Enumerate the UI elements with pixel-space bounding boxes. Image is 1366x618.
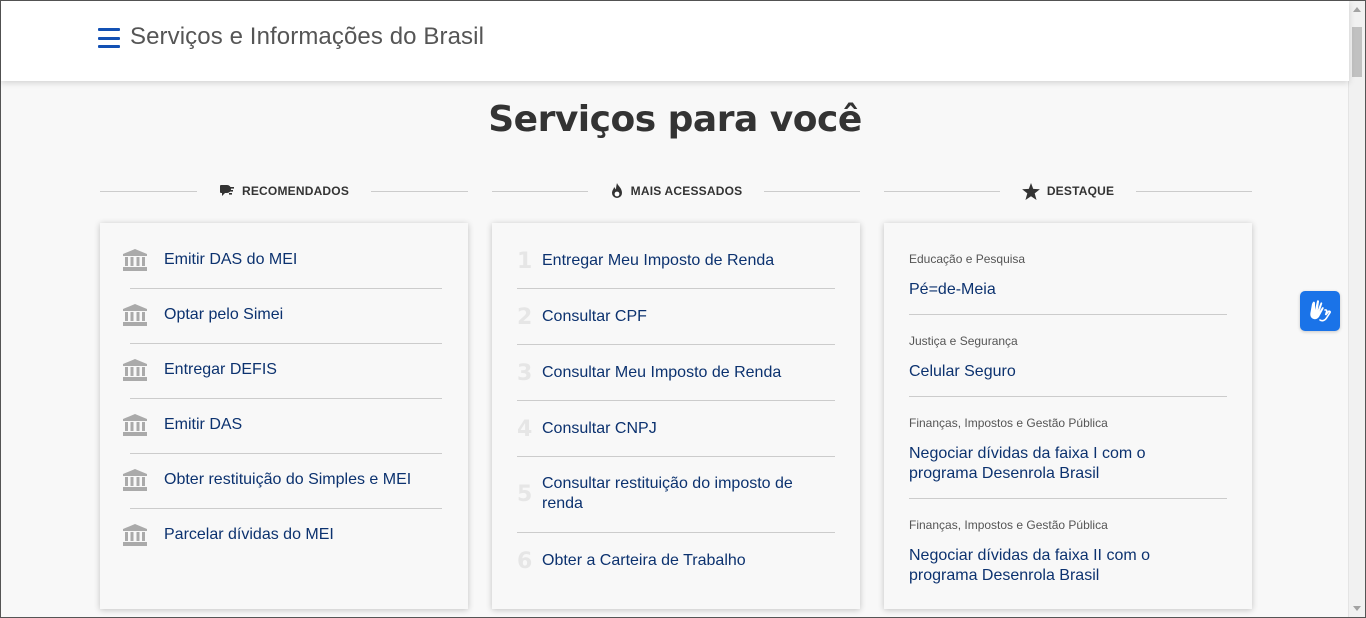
list-item-label: Entregar DEFIS (164, 360, 277, 378)
section-title: MAIS ACESSADOS (630, 184, 743, 198)
list-item[interactable]: 6 Obter a Carteira de Trabalho (517, 548, 835, 574)
recommended-card: Emitir DAS do MEI Optar pelo Simei Entre… (100, 223, 468, 609)
rank-number: 4 (517, 416, 533, 442)
hamburger-menu-icon[interactable] (98, 27, 120, 49)
divider-line (371, 190, 469, 192)
vertical-scrollbar[interactable] (1348, 1, 1365, 617)
vlibras-accessibility-button[interactable] (1300, 291, 1340, 331)
category-label: Finanças, Impostos e Gestão Pública (909, 518, 1108, 532)
highlight-link[interactable]: Celular Seguro (909, 362, 1209, 382)
list-item[interactable]: 4 Consultar CNPJ (517, 416, 835, 442)
list-item[interactable]: 1 Entregar Meu Imposto de Renda (517, 248, 835, 274)
list-item-label: Entregar Meu Imposto de Renda (542, 252, 775, 269)
section-head-highlight: DESTAQUE (884, 179, 1253, 203)
divider-line (1136, 190, 1253, 192)
section-label-highlight: DESTAQUE (1000, 182, 1136, 200)
scroll-down-arrow-icon[interactable] (1353, 606, 1361, 611)
government-building-icon (122, 248, 148, 271)
category-label: Finanças, Impostos e Gestão Pública (909, 416, 1108, 430)
list-item-label: Obter restituição do Simples e MEI (164, 470, 412, 488)
rank-number: 3 (517, 360, 533, 386)
sign-language-hands-icon (1310, 300, 1331, 322)
list-item-label: Emitir DAS (164, 415, 243, 433)
list-item-label: Obter a Carteira de Trabalho (542, 552, 746, 569)
highlight-card: Educação e Pesquisa Pé=de-Meia Justiça e… (884, 223, 1252, 609)
list-item[interactable]: Optar pelo Simei (122, 287, 442, 342)
list-item[interactable]: Emitir DAS do MEI (122, 232, 442, 287)
divider-line (492, 190, 588, 192)
list-item[interactable]: Obter restituição do Simples e MEI (122, 452, 442, 507)
section-label-recommended: RECOMENDADOS (197, 184, 371, 198)
divider (517, 344, 835, 345)
list-item[interactable]: 5 Consultar restituição do imposto de re… (517, 473, 835, 515)
section-title: DESTAQUE (1046, 184, 1115, 198)
recommended-icon (219, 185, 234, 196)
highlight-link[interactable]: Pé=de-Meia (909, 280, 1209, 300)
section-title: RECOMENDADOS (241, 184, 350, 198)
divider (909, 396, 1227, 397)
category-label: Justiça e Segurança (909, 334, 1018, 348)
government-building-icon (122, 413, 148, 436)
fire-icon (611, 183, 622, 198)
list-item-label: Emitir DAS do MEI (164, 250, 298, 268)
section-label-most-accessed: MAIS ACESSADOS (588, 183, 765, 199)
list-item[interactable]: Parcelar dívidas do MEI (122, 507, 442, 562)
divider (909, 498, 1227, 499)
divider-line (100, 190, 197, 192)
divider (517, 288, 835, 289)
star-icon (1021, 182, 1040, 200)
divider (517, 400, 835, 401)
page-title: Serviços para você (488, 99, 862, 140)
section-head-most-accessed: MAIS ACESSADOS (492, 179, 861, 203)
divider (909, 314, 1227, 315)
site-header: Serviços e Informações do Brasil (1, 1, 1349, 81)
divider-line (764, 190, 861, 192)
highlight-link[interactable]: Negociar dívidas da faixa II com o progr… (909, 546, 1209, 586)
list-item[interactable]: 2 Consultar CPF (517, 304, 835, 330)
list-item-label: Consultar restituição do imposto de rend… (542, 475, 793, 512)
section-head-recommended: RECOMENDADOS (100, 179, 469, 203)
government-building-icon (122, 468, 148, 491)
most-accessed-card: 1 Entregar Meu Imposto de Renda 2 Consul… (492, 223, 860, 609)
government-building-icon (122, 358, 148, 381)
site-title[interactable]: Serviços e Informações do Brasil (130, 23, 484, 51)
list-item[interactable]: 3 Consultar Meu Imposto de Renda (517, 360, 835, 386)
divider-line (884, 190, 1000, 192)
government-building-icon (122, 303, 148, 326)
rank-number: 2 (517, 304, 533, 330)
list-item-label: Optar pelo Simei (164, 305, 284, 323)
divider (517, 532, 835, 533)
highlight-link[interactable]: Negociar dívidas da faixa I com o progra… (909, 444, 1209, 484)
category-label: Educação e Pesquisa (909, 252, 1026, 266)
list-item[interactable]: Emitir DAS (122, 397, 442, 452)
list-item[interactable]: Entregar DEFIS (122, 342, 442, 397)
list-item-label: Consultar Meu Imposto de Renda (542, 364, 782, 381)
list-item-label: Parcelar dívidas do MEI (164, 525, 334, 543)
scroll-up-arrow-icon[interactable] (1353, 7, 1361, 12)
rank-number: 5 (517, 481, 533, 507)
scrollbar-thumb[interactable] (1352, 27, 1362, 77)
list-item-label: Consultar CPF (542, 308, 647, 325)
government-building-icon (122, 523, 148, 546)
rank-number: 1 (517, 248, 533, 274)
rank-number: 6 (517, 548, 533, 574)
divider (517, 456, 835, 457)
list-item-label: Consultar CNPJ (542, 420, 657, 437)
